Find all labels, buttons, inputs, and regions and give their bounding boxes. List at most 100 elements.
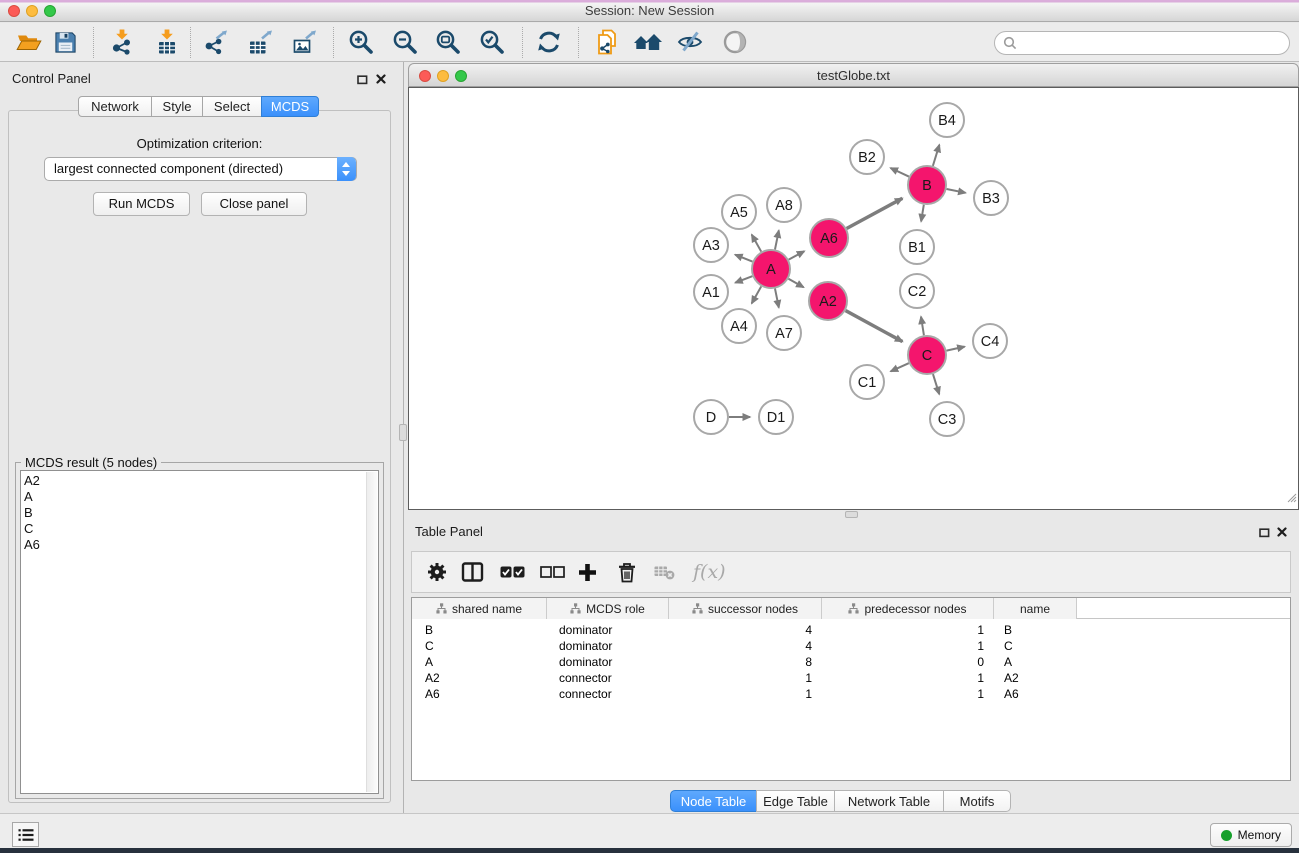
- hide-selected-eye-slash-icon[interactable]: [676, 28, 704, 56]
- zoom-selected-icon[interactable]: [478, 28, 506, 56]
- node-C1[interactable]: C1: [850, 365, 884, 399]
- vertical-splitter-grip[interactable]: [399, 424, 407, 441]
- edge-A-A4[interactable]: [752, 286, 761, 303]
- node-B4[interactable]: B4: [930, 103, 964, 137]
- close-panel-button[interactable]: Close panel: [201, 192, 307, 216]
- export-network-icon[interactable]: [203, 28, 231, 56]
- task-history-button[interactable]: [12, 822, 39, 847]
- mcds-result-item[interactable]: A2: [24, 473, 378, 489]
- edge-C-C3[interactable]: [933, 374, 939, 394]
- tab-network-table[interactable]: Network Table: [834, 790, 944, 812]
- refresh-icon[interactable]: [535, 28, 563, 56]
- edge-A6-B[interactable]: [847, 198, 903, 228]
- node-A8[interactable]: A8: [767, 188, 801, 222]
- node-A4[interactable]: A4: [722, 309, 756, 343]
- node-A6[interactable]: A6: [810, 219, 848, 257]
- split-view-icon[interactable]: [461, 552, 484, 592]
- float-panel-icon[interactable]: [355, 73, 369, 87]
- maximize-traffic-light[interactable]: [455, 70, 467, 82]
- node-C2[interactable]: C2: [900, 274, 934, 308]
- mcds-result-list[interactable]: A2ABCA6: [20, 470, 379, 794]
- column-header-shared-name[interactable]: shared name: [412, 598, 547, 619]
- copy-network-icon[interactable]: [593, 28, 621, 56]
- edge-A-A3[interactable]: [735, 255, 752, 262]
- close-traffic-light[interactable]: [8, 5, 20, 17]
- search-box[interactable]: [994, 31, 1290, 55]
- tab-network[interactable]: Network: [78, 96, 152, 117]
- table-row[interactable]: Cdominator41C: [412, 638, 1290, 654]
- edge-A-A8[interactable]: [775, 230, 779, 249]
- edge-B-B2[interactable]: [891, 168, 909, 177]
- select-all-icon[interactable]: [500, 552, 525, 592]
- tab-style[interactable]: Style: [151, 96, 203, 117]
- network-window-titlebar[interactable]: testGlobe.txt: [408, 63, 1299, 87]
- column-header-name[interactable]: name: [994, 598, 1077, 619]
- table-row[interactable]: A6connector11A6: [412, 686, 1290, 702]
- table-row[interactable]: A2connector11A2: [412, 670, 1290, 686]
- tab-edge-table[interactable]: Edge Table: [756, 790, 835, 812]
- close-panel-icon[interactable]: [1275, 525, 1289, 539]
- edge-C-C2[interactable]: [921, 317, 924, 336]
- maximize-traffic-light[interactable]: [44, 5, 56, 17]
- edge-A-A2[interactable]: [788, 279, 803, 288]
- zoom-in-icon[interactable]: [347, 28, 375, 56]
- node-C4[interactable]: C4: [973, 324, 1007, 358]
- node-A[interactable]: A: [752, 250, 790, 288]
- minimize-traffic-light[interactable]: [26, 5, 38, 17]
- delete-column-trash-icon[interactable]: [618, 552, 636, 592]
- node-A2[interactable]: A2: [809, 282, 847, 320]
- tab-node-table[interactable]: Node Table: [670, 790, 757, 812]
- table-row[interactable]: Adominator80A: [412, 654, 1290, 670]
- edge-A2-C[interactable]: [846, 311, 903, 342]
- edge-C-C1[interactable]: [891, 363, 909, 371]
- add-column-plus-icon[interactable]: [578, 552, 597, 592]
- criterion-dropdown[interactable]: largest connected component (directed): [44, 157, 357, 181]
- close-panel-icon[interactable]: [374, 72, 388, 86]
- resize-grip-icon[interactable]: [1285, 490, 1297, 508]
- edge-A-A1[interactable]: [735, 276, 752, 283]
- edge-B-B4[interactable]: [933, 145, 939, 166]
- node-B2[interactable]: B2: [850, 140, 884, 174]
- column-header-successor-nodes[interactable]: successor nodes: [669, 598, 822, 619]
- node-table[interactable]: shared nameMCDS rolesuccessor nodesprede…: [411, 597, 1291, 781]
- horizontal-splitter-grip[interactable]: [845, 511, 858, 518]
- open-session-icon[interactable]: [15, 28, 43, 56]
- table-settings-gear-icon[interactable]: [426, 552, 448, 592]
- search-input[interactable]: [1022, 34, 1289, 52]
- network-canvas[interactable]: B4B2BB3A8A5A6B1A3AA1C2A2A4A7C4CC1C3DD1: [408, 87, 1299, 510]
- tab-mcds[interactable]: MCDS: [261, 96, 319, 117]
- node-A3[interactable]: A3: [694, 228, 728, 262]
- node-B3[interactable]: B3: [974, 181, 1008, 215]
- minimize-traffic-light[interactable]: [437, 70, 449, 82]
- column-header-predecessor-nodes[interactable]: predecessor nodes: [822, 598, 994, 619]
- edge-A-A6[interactable]: [789, 251, 805, 259]
- mcds-result-item[interactable]: C: [24, 521, 378, 537]
- node-C[interactable]: C: [908, 336, 946, 374]
- table-row[interactable]: Bdominator41B: [412, 622, 1290, 638]
- edge-B-B3[interactable]: [947, 189, 966, 193]
- mcds-result-item[interactable]: A6: [24, 537, 378, 553]
- float-panel-icon[interactable]: [1257, 526, 1271, 540]
- tab-select[interactable]: Select: [202, 96, 262, 117]
- edge-C-C4[interactable]: [947, 347, 965, 351]
- node-C3[interactable]: C3: [930, 402, 964, 436]
- mcds-result-item[interactable]: B: [24, 505, 378, 521]
- export-table-icon[interactable]: [247, 28, 275, 56]
- node-D1[interactable]: D1: [759, 400, 793, 434]
- home-icon[interactable]: [632, 28, 664, 56]
- node-A7[interactable]: A7: [767, 316, 801, 350]
- function-builder-icon[interactable]: f(x): [693, 552, 726, 592]
- deselect-all-icon[interactable]: [540, 552, 565, 592]
- node-B[interactable]: B: [908, 166, 946, 204]
- close-traffic-light[interactable]: [419, 70, 431, 82]
- column-header-MCDS-role[interactable]: MCDS role: [547, 598, 669, 619]
- node-A1[interactable]: A1: [694, 275, 728, 309]
- zoom-out-icon[interactable]: [391, 28, 419, 56]
- run-mcds-button[interactable]: Run MCDS: [93, 192, 190, 216]
- show-all-eye-icon[interactable]: [721, 28, 749, 56]
- node-A5[interactable]: A5: [722, 195, 756, 229]
- edge-B-B1[interactable]: [921, 205, 924, 222]
- result-scrollbar[interactable]: [366, 472, 377, 792]
- zoom-fit-icon[interactable]: [434, 28, 462, 56]
- import-network-icon[interactable]: [108, 28, 136, 56]
